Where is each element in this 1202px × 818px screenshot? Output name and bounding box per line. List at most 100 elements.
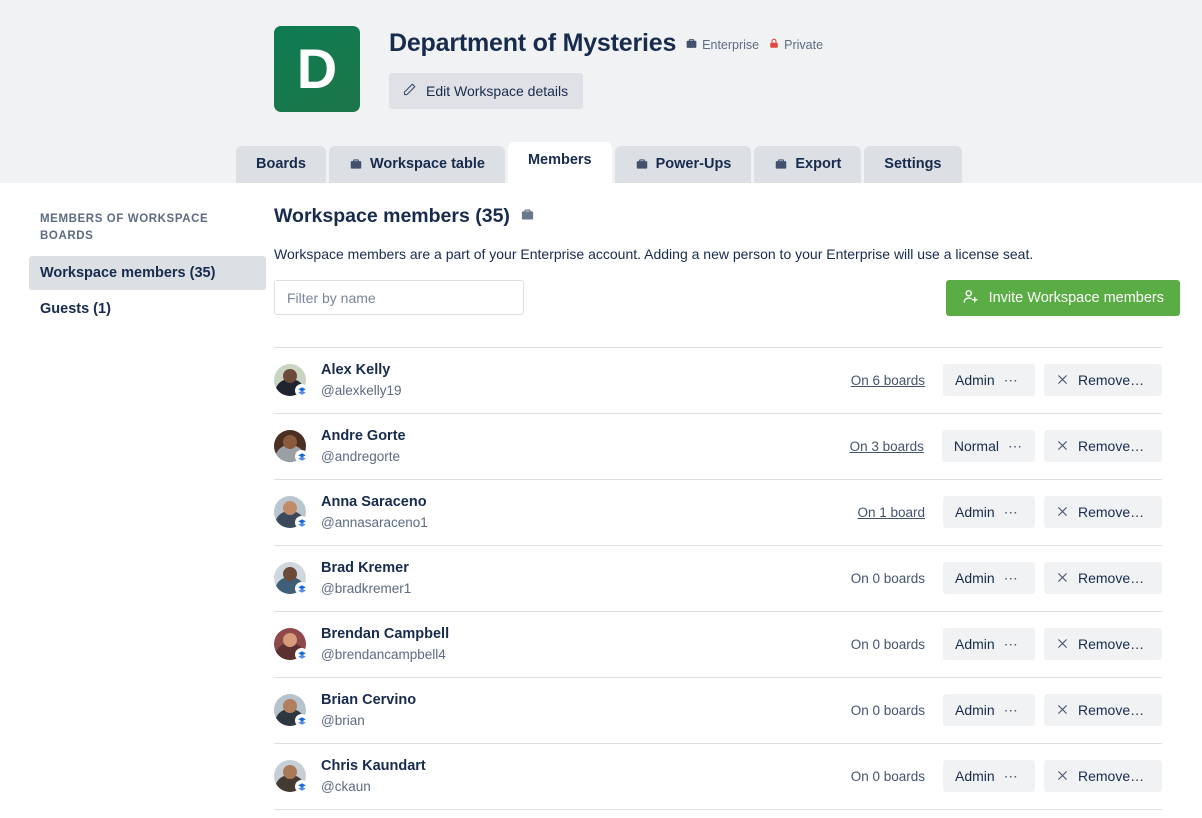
tab-members[interactable]: Members xyxy=(507,142,612,183)
ellipsis-icon: ⋯ xyxy=(1003,702,1019,719)
member-remove-button[interactable]: Remove… xyxy=(1044,562,1162,595)
member-boards-text: On 0 boards xyxy=(850,570,925,586)
close-icon xyxy=(1056,505,1069,520)
member-remove-label: Remove… xyxy=(1078,438,1145,455)
member-remove-label: Remove… xyxy=(1078,636,1145,653)
member-remove-button[interactable]: Remove… xyxy=(1044,628,1162,661)
member-boards-count: On 0 boards xyxy=(829,769,925,784)
member-handle: @bradkremer1 xyxy=(321,581,412,597)
filter-by-name-input[interactable] xyxy=(274,280,524,316)
avatar xyxy=(274,496,308,530)
member-row: Brian Cervino @brian On 0 boards Admin ⋯ Remo… xyxy=(274,678,1162,744)
member-boards-count: On 0 boards xyxy=(829,703,925,718)
member-role-button[interactable]: Admin ⋯ xyxy=(943,562,1035,595)
pencil-icon xyxy=(402,82,417,100)
enterprise-badge: Enterprise xyxy=(685,37,759,53)
close-icon xyxy=(1056,571,1069,586)
member-row: Brendan Campbell @brendancampbell4 On 0 bo… xyxy=(274,612,1162,678)
member-remove-label: Remove… xyxy=(1078,768,1145,785)
invite-workspace-members-label: Invite Workspace members xyxy=(988,289,1164,306)
tab-label: Members xyxy=(527,152,592,169)
enterprise-member-badge-icon xyxy=(295,582,308,596)
member-remove-label: Remove… xyxy=(1078,570,1145,587)
member-boards-text: On 0 boards xyxy=(850,702,925,718)
member-identity: Brian Cervino @brian xyxy=(321,690,829,731)
member-name: Chris Kaundart xyxy=(321,758,426,775)
enterprise-member-badge-icon xyxy=(295,450,308,464)
member-remove-button[interactable]: Remove… xyxy=(1044,694,1162,727)
sidebar: MEMBERS OF WORKSPACE BOARDS Workspace me… xyxy=(0,205,274,810)
member-role-label: Admin xyxy=(955,702,995,719)
avatar xyxy=(274,364,308,398)
ellipsis-icon: ⋯ xyxy=(1003,570,1019,587)
member-identity: Chris Kaundart @ckaun xyxy=(321,756,829,797)
member-row: Andre Gorte @andregorte On 3 boards Normal ⋯… xyxy=(274,414,1162,480)
member-boards-count[interactable]: On 3 boards xyxy=(828,439,924,454)
enterprise-member-badge-icon xyxy=(295,648,308,662)
tab-power-ups[interactable]: Power-Ups xyxy=(614,146,752,183)
workspace-title: Department of Mysteries xyxy=(389,29,677,57)
member-boards-link[interactable]: On 3 boards xyxy=(850,439,924,454)
briefcase-icon xyxy=(685,37,698,53)
enterprise-badge-label: Enterprise xyxy=(702,38,760,52)
member-role-button[interactable]: Admin ⋯ xyxy=(943,496,1035,529)
member-role-button[interactable]: Admin ⋯ xyxy=(943,760,1035,793)
sidebar-item-label: Guests (1) xyxy=(40,301,111,318)
avatar xyxy=(274,628,308,662)
ellipsis-icon: ⋯ xyxy=(1003,372,1019,389)
tab-label: Power-Ups xyxy=(655,155,732,172)
page-body: MEMBERS OF WORKSPACE BOARDS Workspace me… xyxy=(0,183,1202,810)
avatar xyxy=(274,562,308,596)
close-icon xyxy=(1056,703,1069,718)
enterprise-member-badge-icon xyxy=(295,780,308,794)
member-handle: @andregorte xyxy=(321,449,401,465)
member-role-button[interactable]: Admin ⋯ xyxy=(943,628,1035,661)
member-remove-button[interactable]: Remove… xyxy=(1044,496,1162,529)
sidebar-item-guests-1[interactable]: Guests (1) xyxy=(29,292,266,326)
member-remove-button[interactable]: Remove… xyxy=(1044,430,1162,463)
member-boards-text: On 0 boards xyxy=(850,636,925,652)
member-role-label: Normal xyxy=(953,438,999,455)
member-remove-button[interactable]: Remove… xyxy=(1044,364,1162,397)
member-remove-button[interactable]: Remove… xyxy=(1044,760,1162,793)
member-name: Andre Gorte xyxy=(321,428,406,445)
member-role-button[interactable]: Admin ⋯ xyxy=(943,694,1035,727)
member-boards-count[interactable]: On 6 boards xyxy=(829,373,925,388)
edit-workspace-details-button[interactable]: Edit Workspace details xyxy=(389,73,584,109)
member-remove-label: Remove… xyxy=(1078,504,1145,521)
avatar xyxy=(274,694,308,728)
ellipsis-icon: ⋯ xyxy=(1003,636,1019,653)
member-boards-link[interactable]: On 6 boards xyxy=(851,373,925,388)
member-boards-count: On 0 boards xyxy=(829,637,925,652)
main-content: Workspace members (35) Workspace members… xyxy=(274,205,1202,810)
tab-label: Export xyxy=(795,155,842,172)
member-remove-label: Remove… xyxy=(1078,702,1145,719)
tab-settings[interactable]: Settings xyxy=(864,146,962,183)
close-icon xyxy=(1056,769,1069,784)
tab-export[interactable]: Export xyxy=(754,146,862,183)
member-identity: Anna Saraceno @annasaraceno1 xyxy=(321,492,829,533)
sidebar-item-workspace-members-35[interactable]: Workspace members (35) xyxy=(29,256,266,291)
member-role-button[interactable]: Admin ⋯ xyxy=(943,364,1035,397)
member-identity: Alex Kelly @alexkelly19 xyxy=(321,360,829,401)
member-role-label: Admin xyxy=(955,570,995,587)
sidebar-item-label: Workspace members (35) xyxy=(40,265,216,282)
close-icon xyxy=(1056,373,1069,388)
member-remove-label: Remove… xyxy=(1078,372,1145,389)
briefcase-icon xyxy=(349,157,363,171)
member-row: Alex Kelly @alexkelly19 On 6 boards Admin ⋯ R… xyxy=(274,348,1162,414)
invite-workspace-members-button[interactable]: Invite Workspace members xyxy=(945,279,1180,316)
member-name: Anna Saraceno xyxy=(321,494,427,511)
lock-icon xyxy=(768,37,780,53)
member-identity: Brendan Campbell @brendancampbell4 xyxy=(321,624,829,665)
avatar xyxy=(274,430,308,464)
workspace-logo: D xyxy=(274,26,360,112)
member-role-button[interactable]: Normal ⋯ xyxy=(941,430,1035,463)
workspace-tabs: Boards Workspace table Members Power-Ups Exp… xyxy=(236,142,962,183)
member-boards-link[interactable]: On 1 board xyxy=(857,505,925,520)
tab-workspace-table[interactable]: Workspace table xyxy=(328,146,505,183)
ellipsis-icon: ⋯ xyxy=(1003,768,1019,785)
member-boards-count: On 0 boards xyxy=(829,571,925,586)
member-boards-count[interactable]: On 1 board xyxy=(829,505,925,520)
tab-boards[interactable]: Boards xyxy=(236,146,326,183)
